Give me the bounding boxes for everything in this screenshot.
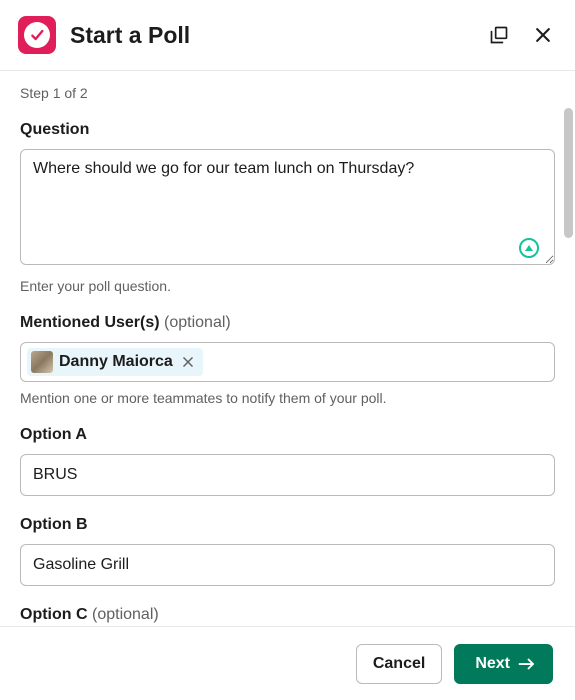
option-c-label-text: Option C xyxy=(20,606,88,623)
next-button[interactable]: Next xyxy=(454,644,553,684)
mentions-field-group: Mentioned User(s) (optional) Danny Maior… xyxy=(20,314,555,406)
grammarly-icon[interactable] xyxy=(515,236,543,260)
option-b-input[interactable] xyxy=(20,544,555,586)
poll-app-icon xyxy=(18,16,56,54)
close-icon xyxy=(181,355,195,369)
modal-footer: Cancel Next xyxy=(0,626,575,700)
option-c-label: Option C (optional) xyxy=(20,606,555,624)
question-input[interactable] xyxy=(20,149,555,265)
close-icon xyxy=(533,25,553,45)
modal-title: Start a Poll xyxy=(70,22,485,49)
scrollbar[interactable] xyxy=(564,108,573,238)
option-b-label: Option B xyxy=(20,516,555,534)
new-window-button[interactable] xyxy=(485,21,513,49)
remove-mention-button[interactable] xyxy=(179,355,197,369)
close-button[interactable] xyxy=(529,21,557,49)
question-label: Question xyxy=(20,121,555,139)
question-help: Enter your poll question. xyxy=(20,278,555,294)
option-c-group: Option C (optional) xyxy=(20,606,555,624)
mentions-optional: (optional) xyxy=(164,314,231,331)
option-c-optional: (optional) xyxy=(92,606,159,623)
mentions-label-text: Mentioned User(s) xyxy=(20,314,160,331)
modal-header: Start a Poll xyxy=(0,0,575,71)
option-b-group: Option B xyxy=(20,516,555,586)
step-indicator: Step 1 of 2 xyxy=(20,85,555,101)
mentions-label: Mentioned User(s) (optional) xyxy=(20,314,555,332)
option-a-label: Option A xyxy=(20,426,555,444)
question-field-group: Question Enter your poll question. xyxy=(20,121,555,294)
new-window-icon xyxy=(489,25,509,45)
mention-chip[interactable]: Danny Maiorca xyxy=(27,348,203,376)
modal-body: Step 1 of 2 Question Enter your poll que… xyxy=(0,71,575,627)
cancel-button[interactable]: Cancel xyxy=(356,644,442,684)
mention-name: Danny Maiorca xyxy=(59,353,173,371)
option-a-group: Option A xyxy=(20,426,555,496)
arrow-right-icon xyxy=(518,657,536,671)
next-button-label: Next xyxy=(475,655,510,673)
option-a-input[interactable] xyxy=(20,454,555,496)
mentions-help: Mention one or more teammates to notify … xyxy=(20,390,555,406)
avatar xyxy=(31,351,53,373)
mentions-input[interactable]: Danny Maiorca xyxy=(20,342,555,382)
